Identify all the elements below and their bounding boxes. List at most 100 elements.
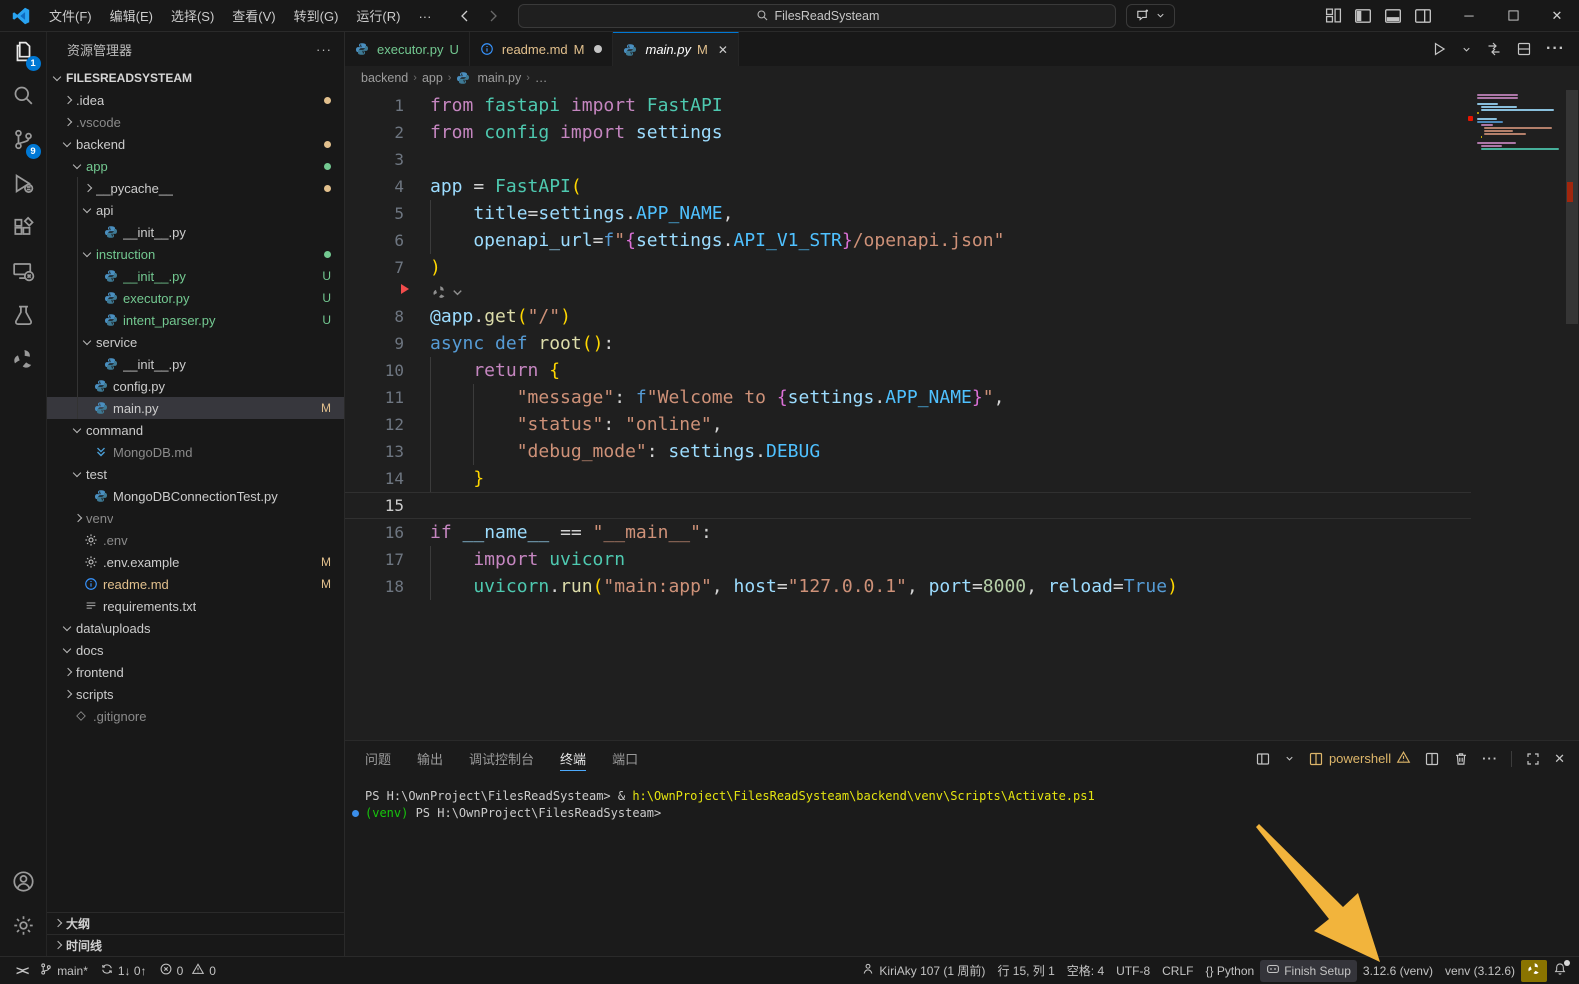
language-mode[interactable]: {} Python [1199,960,1260,982]
more-actions-icon[interactable]: ··· [1546,40,1565,58]
activitybar-remote-explorer[interactable] [0,252,47,296]
tree-item-instruction[interactable]: instruction [47,243,344,265]
activitybar-settings[interactable] [0,906,47,950]
tree-item-venv[interactable]: venv [47,507,344,529]
tree-item-MongoDB-md[interactable]: MongoDB.md [47,441,344,463]
minimize-button[interactable]: ─ [1447,0,1491,31]
gitlens-blame[interactable]: KiriAky 107 (1 周前) [855,960,991,982]
split-editor-icon[interactable] [1516,41,1532,57]
menu-转到[interactable]: 转到(G) [285,6,348,27]
tree-item-readme-md[interactable]: readme.mdM [47,573,344,595]
editor-tab-main-py[interactable]: main.pyM✕ [613,32,738,66]
tree-item-docs[interactable]: docs [47,639,344,661]
tree-item-config-py[interactable]: config.py [47,375,344,397]
ai-assistant-icon[interactable] [432,285,465,300]
sidebar-section-outline[interactable]: 大纲 [47,912,344,934]
indentation[interactable]: 空格: 4 [1061,960,1110,982]
breadcrumb-item[interactable]: main.py [477,71,521,85]
claw-status[interactable] [1521,960,1547,982]
command-decoration-dot[interactable] [352,810,359,817]
editor-tab-executor-py[interactable]: executor.pyU [345,32,470,66]
activitybar-testing[interactable] [0,296,47,340]
split-terminal-icon[interactable] [1424,751,1440,767]
close-tab-icon[interactable]: ✕ [718,43,728,57]
back-icon[interactable] [454,5,476,27]
kill-terminal-icon[interactable] [1453,751,1469,767]
tree-item--idea[interactable]: .idea [47,89,344,111]
command-center-search[interactable]: FilesReadSysteam [518,4,1116,28]
menu-查看[interactable]: 查看(V) [223,6,284,27]
editor-tab-readme-md[interactable]: readme.mdM [470,32,614,66]
terminal-tab-powershell[interactable]: powershell [1308,750,1411,768]
panel-more-actions-icon[interactable]: ··· [1482,751,1498,766]
panel-tab-debug-console[interactable]: 调试控制台 [469,741,534,776]
git-branch[interactable]: main* [33,960,94,982]
tree-item--gitignore[interactable]: .gitignore [47,705,344,727]
activitybar-accounts[interactable] [0,862,47,906]
eol[interactable]: CRLF [1156,960,1199,982]
git-sync[interactable]: 1↓ 0↑ [94,960,153,982]
finish-setup[interactable]: Finish Setup [1260,960,1357,982]
tree-item-backend[interactable]: backend [47,133,344,155]
tree-item-__init__-py[interactable]: __init__.pyU [47,265,344,287]
cursor-position[interactable]: 行 15, 列 1 [991,960,1060,982]
maximize-panel-icon[interactable] [1525,751,1541,767]
encoding[interactable]: UTF-8 [1110,960,1156,982]
panel-tab-terminal[interactable]: 终端 [560,741,586,776]
toggle-sidebar-icon[interactable] [1353,6,1373,26]
menu-文件[interactable]: 文件(F) [40,6,101,27]
tree-item-frontend[interactable]: frontend [47,661,344,683]
customize-layout-icon[interactable] [1323,6,1343,26]
tree-item-__pycache__[interactable]: __pycache__ [47,177,344,199]
tree-item-intent_parser-py[interactable]: intent_parser.pyU [47,309,344,331]
tree-item--env-example[interactable]: .env.exampleM [47,551,344,573]
tree-item-__init__-py[interactable]: __init__.py [47,221,344,243]
tree-item-command[interactable]: command [47,419,344,441]
scrollbar-thumb[interactable] [1566,90,1578,324]
activitybar-run-and-debug[interactable] [0,164,47,208]
close-panel-icon[interactable]: ✕ [1554,751,1565,767]
terminal-output[interactable]: PS H:\OwnProject\FilesReadSysteam> & h:\… [345,776,1579,956]
activitybar-search[interactable] [0,76,47,120]
menu-more[interactable]: ··· [409,6,440,27]
breadcrumb-item[interactable]: app [422,71,443,85]
panel-tab-ports[interactable]: 端口 [612,741,638,776]
run-dropdown-icon[interactable] [1461,44,1472,55]
editor-scrollbar[interactable] [1565,90,1579,740]
forward-icon[interactable] [482,5,504,27]
activitybar-explorer[interactable]: 1 [0,32,47,76]
tree-item-main-py[interactable]: main.pyM [47,397,344,419]
minimap[interactable] [1477,94,1557,151]
tree-item-requirements-txt[interactable]: requirements.txt [47,595,344,617]
tree-item-executor-py[interactable]: executor.pyU [47,287,344,309]
open-changes-icon[interactable] [1486,41,1502,57]
breadcrumb-item[interactable]: … [535,71,548,85]
new-terminal-icon[interactable] [1255,751,1271,767]
breadcrumb-item[interactable]: backend [361,71,408,85]
close-window-button[interactable]: ✕ [1535,0,1579,31]
python-interpreter[interactable]: 3.12.6 (venv) [1357,960,1439,982]
inline-ai-widget[interactable] [345,281,1579,303]
toggle-panel-icon[interactable] [1383,6,1403,26]
panel-tab-problems[interactable]: 问题 [365,741,391,776]
copilot-menu[interactable] [1126,4,1175,28]
bell-status[interactable] [1547,960,1573,982]
tree-item-MongoDBConnectionTest-py[interactable]: MongoDBConnectionTest.py [47,485,344,507]
tree-item-__init__-py[interactable]: __init__.py [47,353,344,375]
tree-item-service[interactable]: service [47,331,344,353]
maximize-button[interactable] [1491,0,1535,31]
tree-item-app[interactable]: app [47,155,344,177]
activitybar-source-control[interactable]: 9 [0,120,47,164]
tree-item-test[interactable]: test [47,463,344,485]
activitybar-ai-assistant[interactable] [0,340,47,384]
terminal-dropdown-icon[interactable] [1284,753,1295,764]
tree-root-folder[interactable]: FILESREADSYSTEAM [47,67,344,89]
tree-item-data-uploads[interactable]: data\uploads [47,617,344,639]
explorer-more-actions-icon[interactable]: ··· [316,42,332,57]
unsaved-dot-icon[interactable] [594,45,602,53]
code-editor[interactable]: 1from fastapi import FastAPI2from config… [345,90,1579,740]
toggle-secondary-sidebar-icon[interactable] [1413,6,1433,26]
problems-status[interactable]: 00 [153,960,222,982]
menu-选择[interactable]: 选择(S) [162,6,223,27]
menu-编辑[interactable]: 编辑(E) [101,6,162,27]
